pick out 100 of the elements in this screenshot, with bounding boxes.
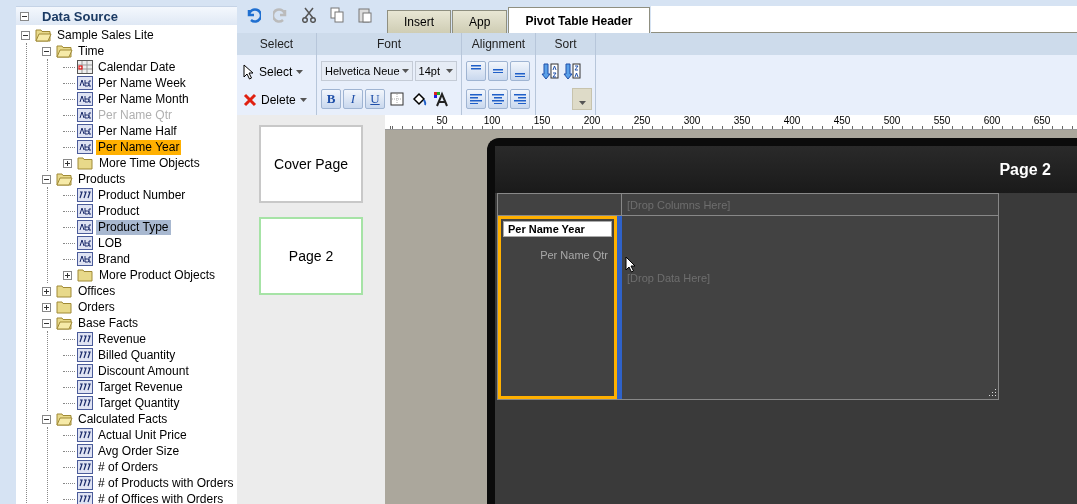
number-type-icon bbox=[77, 188, 93, 202]
tree-item[interactable]: Per Name Year bbox=[96, 139, 182, 155]
collapse-icon[interactable] bbox=[42, 46, 51, 56]
format-button[interactable]: I bbox=[343, 89, 363, 109]
tree-item[interactable]: LOB bbox=[96, 235, 124, 251]
align-left-icon bbox=[470, 93, 482, 105]
tree-item[interactable]: Calendar Date bbox=[96, 59, 178, 75]
ribbon-tab[interactable]: App bbox=[452, 10, 508, 33]
number-type-icon bbox=[77, 444, 93, 458]
collapse-icon[interactable] bbox=[42, 318, 51, 328]
resize-grip-icon[interactable] bbox=[987, 388, 997, 398]
ruler-number: 150 bbox=[532, 115, 552, 128]
tree-item[interactable]: Billed Quantity bbox=[96, 347, 178, 363]
sort-dropdown[interactable] bbox=[572, 87, 592, 110]
align-top-button[interactable] bbox=[466, 61, 486, 81]
ribbon-tab[interactable]: Pivot Table Header bbox=[508, 7, 650, 33]
select-menu-button[interactable]: Select bbox=[241, 61, 312, 82]
folder-icon bbox=[56, 300, 73, 314]
tree-item[interactable]: Discount Amount bbox=[96, 363, 191, 379]
tree-item[interactable]: Product Number bbox=[96, 187, 188, 203]
tree-item[interactable]: Orders bbox=[76, 299, 117, 315]
collapse-icon[interactable] bbox=[42, 174, 51, 184]
align-top-icon bbox=[470, 65, 482, 70]
tree-item[interactable]: Calculated Facts bbox=[76, 411, 170, 427]
font-family-dropdown[interactable]: Helvetica Neue bbox=[321, 61, 413, 81]
text-type-icon bbox=[77, 236, 93, 250]
delete-menu-button[interactable]: Delete bbox=[241, 90, 312, 109]
text-type-icon bbox=[77, 76, 93, 90]
ruler-number: 400 bbox=[782, 115, 802, 128]
tree-item[interactable]: Per Name Week bbox=[96, 75, 188, 91]
folder-icon bbox=[56, 412, 73, 426]
tree-item[interactable]: # of Offices with Orders bbox=[96, 491, 226, 504]
tree-item[interactable]: More Time Objects bbox=[97, 155, 202, 171]
align-center-icon bbox=[492, 93, 504, 105]
tree-item[interactable]: Actual Unit Price bbox=[96, 427, 189, 443]
tree-item[interactable]: Time bbox=[76, 43, 107, 59]
folder-icon bbox=[35, 28, 52, 42]
tree-item[interactable]: Offices bbox=[76, 283, 118, 299]
tree-item[interactable]: Product Type bbox=[96, 219, 171, 235]
tree-item[interactable]: Brand bbox=[96, 251, 133, 267]
align-bottom-button[interactable] bbox=[510, 61, 530, 81]
format-button[interactable]: B bbox=[321, 89, 341, 109]
cut-icon[interactable] bbox=[299, 5, 319, 25]
number-type-icon bbox=[77, 364, 93, 378]
page-thumbnail[interactable]: Page 2 bbox=[259, 217, 363, 295]
page-title: Page 2 bbox=[999, 160, 1051, 179]
number-type-icon bbox=[77, 460, 93, 474]
ruler-number: 350 bbox=[732, 115, 752, 128]
paste-icon[interactable] bbox=[355, 5, 375, 25]
text-color-icon[interactable] bbox=[431, 89, 451, 109]
format-button[interactable]: U bbox=[365, 89, 385, 109]
caret-icon bbox=[296, 69, 304, 74]
group-title: Alignment bbox=[462, 33, 535, 55]
text-type-icon bbox=[77, 140, 93, 154]
tree-item[interactable]: Sample Sales Lite bbox=[55, 27, 156, 43]
expand-icon[interactable] bbox=[42, 302, 51, 312]
tree-item[interactable]: Target Quantity bbox=[96, 395, 182, 411]
page-thumbnail[interactable]: Cover Page bbox=[259, 125, 363, 203]
ruler-number: 500 bbox=[882, 115, 902, 128]
tree-item[interactable]: Per Name Month bbox=[96, 91, 191, 107]
pointer-icon bbox=[625, 256, 636, 273]
delete-icon bbox=[243, 92, 257, 107]
expand-icon[interactable] bbox=[63, 270, 72, 280]
tree-item[interactable]: Per Name Half bbox=[96, 123, 179, 139]
sort-ascending-icon[interactable] bbox=[540, 60, 560, 81]
pointer-icon bbox=[243, 63, 255, 80]
expand-icon[interactable] bbox=[63, 158, 72, 168]
tree-item[interactable]: Base Facts bbox=[76, 315, 141, 331]
folder-icon bbox=[56, 44, 73, 58]
font-size-dropdown[interactable]: 14pt bbox=[414, 61, 457, 81]
align-right-icon bbox=[514, 93, 526, 105]
tree-item[interactable]: Product bbox=[96, 203, 142, 219]
collapse-icon[interactable] bbox=[42, 414, 51, 424]
ruler-number: 450 bbox=[832, 115, 852, 128]
align-middle-button[interactable] bbox=[488, 61, 508, 81]
sort-descending-icon[interactable] bbox=[562, 60, 582, 81]
expand-icon[interactable] bbox=[42, 286, 51, 296]
number-type-icon bbox=[77, 476, 93, 490]
group-title: Font bbox=[317, 33, 461, 55]
tree-item[interactable]: Revenue bbox=[96, 331, 149, 347]
tree-item[interactable]: # of Orders bbox=[96, 459, 161, 475]
tree-item[interactable]: Target Revenue bbox=[96, 379, 185, 395]
drag-label: Per Name Qtr bbox=[540, 249, 608, 261]
align-center-button[interactable] bbox=[488, 89, 508, 109]
ribbon-tab[interactable]: Insert bbox=[387, 10, 451, 33]
align-left-button[interactable] bbox=[466, 89, 486, 109]
text-type-icon bbox=[77, 108, 93, 122]
tree-item[interactable]: # of Products with Orders bbox=[96, 475, 236, 491]
number-type-icon bbox=[77, 348, 93, 362]
tree-item[interactable]: More Product Objects bbox=[97, 267, 218, 283]
caret-icon bbox=[578, 100, 586, 105]
ruler-number: 250 bbox=[632, 115, 652, 128]
text-type-icon bbox=[77, 92, 93, 106]
copy-icon[interactable] bbox=[327, 5, 347, 25]
tree-item[interactable]: Avg Order Size bbox=[96, 443, 182, 459]
collapse-icon[interactable] bbox=[20, 11, 29, 21]
tree-item[interactable]: Products bbox=[76, 171, 128, 187]
collapse-icon[interactable] bbox=[21, 30, 30, 40]
align-right-button[interactable] bbox=[510, 89, 530, 109]
row-field[interactable]: Per Name Year bbox=[503, 221, 612, 237]
